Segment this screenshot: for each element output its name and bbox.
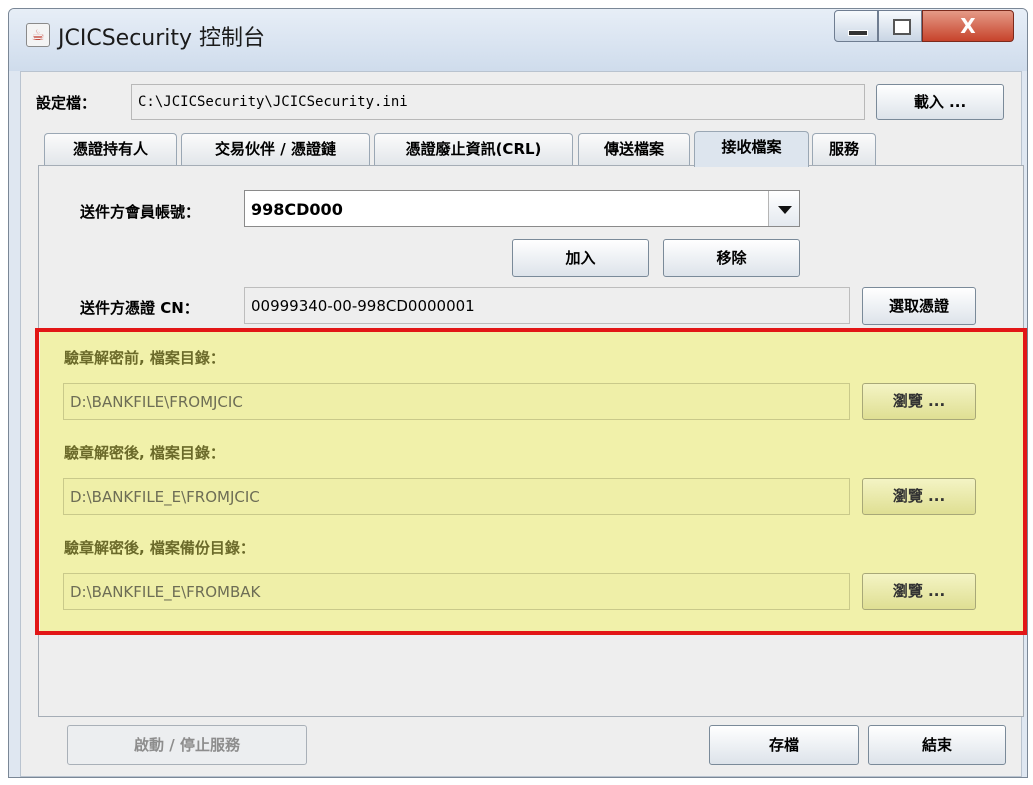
tab-cert-holder[interactable]: 憑證持有人 (44, 133, 177, 165)
remove-button[interactable]: 移除 (663, 239, 800, 277)
maximize-button[interactable] (878, 10, 922, 42)
config-file-label: 設定檔： (36, 94, 97, 112)
tab-service[interactable]: 服務 (812, 133, 876, 165)
add-button[interactable]: 加入 (512, 239, 649, 277)
select-cert-button[interactable]: 選取憑證 (862, 287, 976, 325)
tab-crl[interactable]: 憑證廢止資訊(CRL) (374, 133, 573, 165)
sender-cert-cn-field[interactable]: 00999340-00-998CD0000001 (244, 287, 850, 324)
dropdown-button[interactable] (768, 191, 799, 226)
sender-member-id-value: 998CD000 (251, 200, 343, 219)
load-button[interactable]: 載入 ... (876, 84, 1004, 120)
tab-send-files[interactable]: 傳送檔案 (578, 133, 690, 165)
minimize-button[interactable] (834, 10, 878, 42)
maximize-icon (893, 19, 911, 35)
exit-button[interactable]: 結束 (868, 725, 1006, 765)
close-button[interactable]: X (922, 10, 1014, 42)
java-app-icon[interactable]: ☕ (26, 23, 50, 47)
tab-receive-files[interactable]: 接收檔案 (694, 131, 809, 167)
start-stop-service-button[interactable]: 啟動 / 停止服務 (67, 725, 307, 765)
sender-member-id-label: 送件方會員帳號： (80, 203, 201, 221)
sender-member-id-combo[interactable]: 998CD000 (244, 190, 800, 227)
chevron-down-icon (778, 206, 792, 214)
window-title: JCICSecurity 控制台 (58, 26, 266, 51)
save-button[interactable]: 存檔 (709, 725, 859, 765)
config-file-path-field[interactable]: C:\JCICSecurity\JCICSecurity.ini (131, 84, 865, 120)
minimize-icon (848, 30, 868, 36)
tab-trading-partner[interactable]: 交易伙伴 / 憑證鏈 (181, 133, 370, 165)
sender-cert-cn-label: 送件方憑證 CN： (80, 299, 199, 317)
highlight-border (35, 328, 1027, 635)
